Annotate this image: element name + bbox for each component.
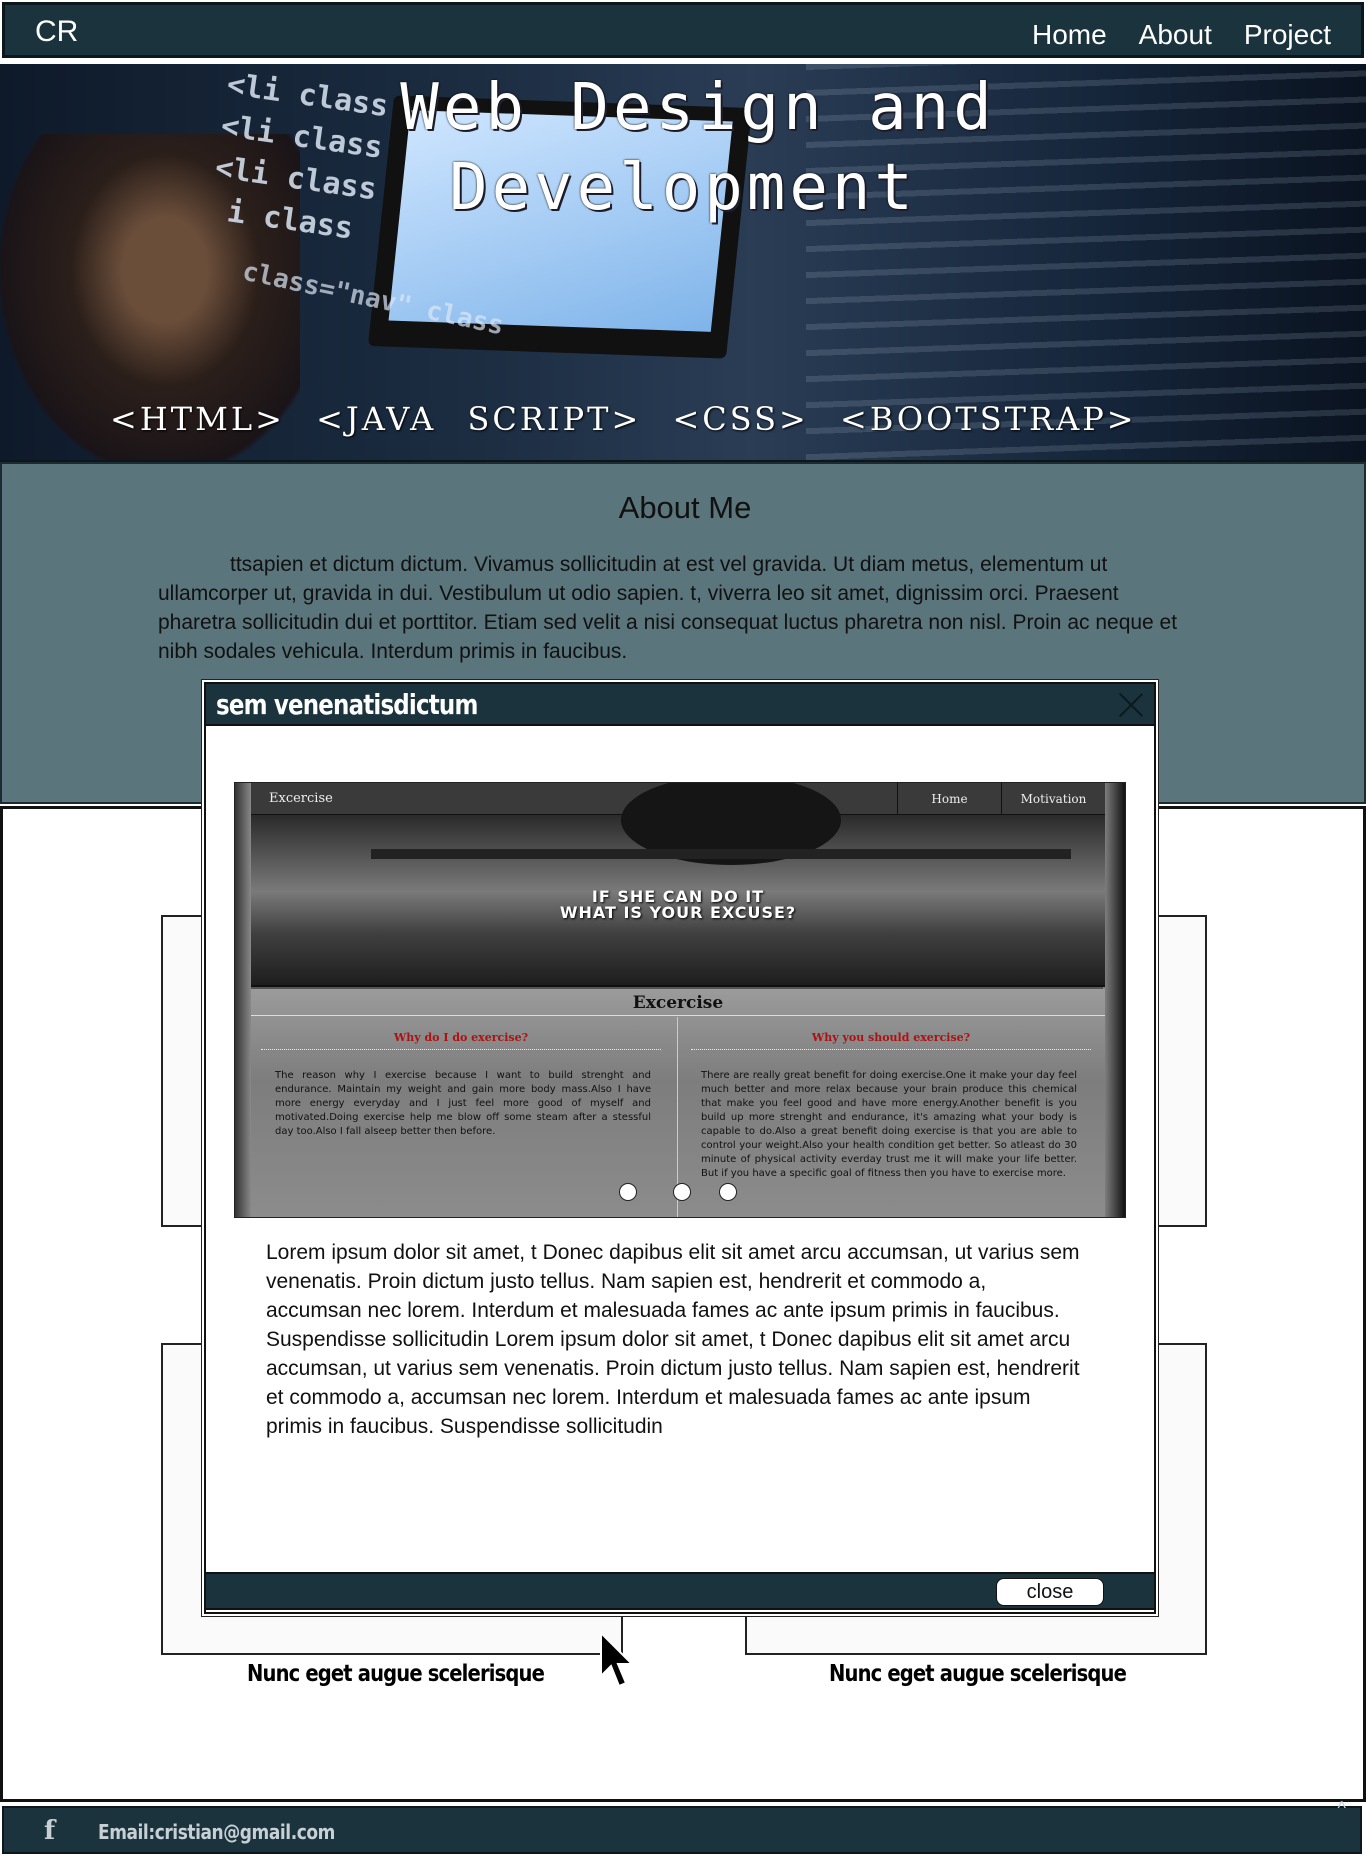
nav-link-about[interactable]: About (1139, 19, 1212, 51)
screenshot-left-text: The reason why I exercise because I want… (275, 1070, 651, 1137)
about-title: About Me (618, 490, 752, 525)
hero-title-line2: Development (449, 151, 917, 225)
slogan-line2: WHAT IS YOUR EXCUSE? (559, 903, 797, 922)
facebook-icon[interactable]: f (44, 1816, 55, 1846)
hero-title-line1: Web Design and (400, 71, 996, 145)
carousel-dot[interactable] (619, 1183, 637, 1201)
carousel-dot[interactable] (673, 1183, 691, 1201)
close-button[interactable]: close (996, 1578, 1104, 1606)
hero-banner: <li class <li class <li class i class clas… (0, 64, 1366, 462)
nav-links: Home About Project (1032, 19, 1331, 51)
screenshot-right-title: Why you should exercise? (811, 1031, 971, 1044)
screenshot-hero-image: IF SHE CAN DO IT WHAT IS YOUR EXCUSE? (251, 783, 1105, 987)
screenshot-dotted-rule (691, 1049, 1091, 1050)
screenshot-rule (251, 1015, 1105, 1016)
navbar: CR Home About Project (2, 2, 1364, 58)
screenshot-frame-left (235, 783, 251, 1217)
footer-email[interactable]: Email:cristian@gmail.com (98, 1820, 335, 1844)
modal-title: sem venenatisdictum (216, 688, 478, 721)
screenshot-frame-right (1103, 783, 1125, 1217)
project-caption: Nunc eget augue scelerisque (829, 1661, 1127, 1687)
screenshot-heading: Excercise (632, 993, 724, 1013)
modal-footer: close (206, 1572, 1154, 1610)
hero-tech-tags: <HTML> <JAVA SCRIPT> <CSS> <BOOTSTRAP> (110, 400, 1137, 438)
project-screenshot: Excercise Home Motivation IF SHE CAN DO … (234, 782, 1126, 1218)
screenshot-nav-motivation: Motivation (1001, 783, 1105, 815)
scroll-up-icon[interactable]: ^ (1338, 1798, 1346, 1819)
screenshot-dotted-rule (261, 1049, 661, 1050)
modal-body-text: Lorem ipsum dolor sit amet, t Donec dapi… (266, 1241, 1080, 1438)
carousel-dot[interactable] (719, 1183, 737, 1201)
close-icon[interactable] (1118, 691, 1144, 717)
project-caption: Nunc eget augue scelerisque (247, 1661, 545, 1687)
nav-link-home[interactable]: Home (1032, 19, 1107, 51)
brand-logo[interactable]: CR (35, 15, 78, 49)
footer: f Email:cristian@gmail.com ^ (2, 1798, 1362, 1854)
page: CR Home About Project <li class <li class… (0, 0, 1366, 1856)
modal-header: sem venenatisdictum (206, 684, 1154, 726)
barbell-image (371, 849, 1071, 859)
nav-link-project[interactable]: Project (1244, 19, 1331, 51)
about-text: ttsapien et dictum dictum. Vivamus solli… (158, 553, 1178, 663)
screenshot-right-text: There are really great benefit for doing… (701, 1070, 1077, 1179)
screenshot-slogan: IF SHE CAN DO IT WHAT IS YOUR EXCUSE? (251, 889, 1105, 921)
screenshot-brand: Excercise (269, 791, 333, 806)
screenshot-left-title: Why do I do exercise? (393, 1031, 529, 1044)
mouse-cursor-icon (600, 1632, 635, 1688)
hero-title: Web Design and Development (0, 68, 1366, 228)
screenshot-nav-home: Home (897, 783, 1001, 815)
project-modal: sem venenatisdictum Excercise Home Motiv… (204, 682, 1156, 1614)
